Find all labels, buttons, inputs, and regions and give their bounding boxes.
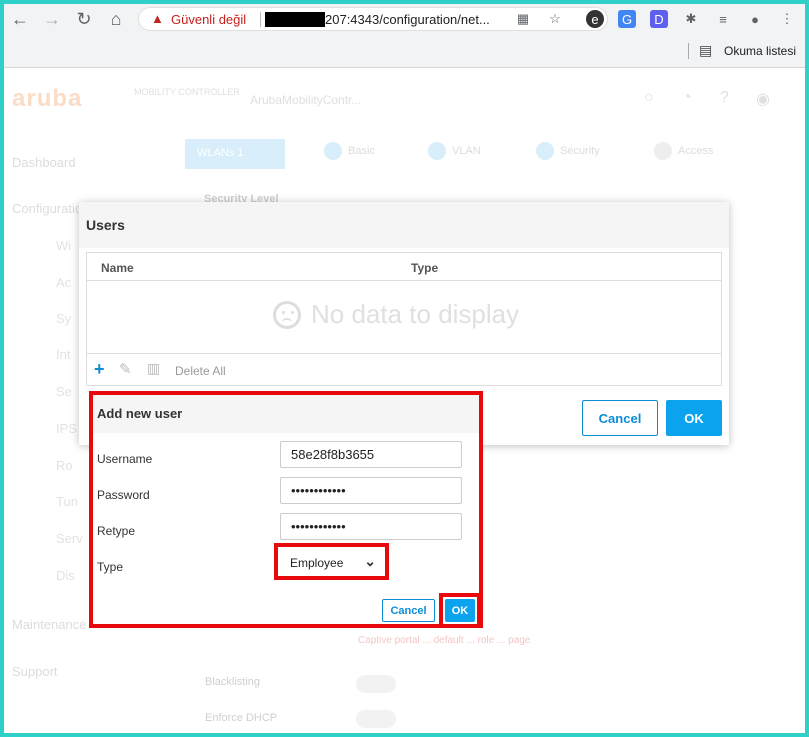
- step-dot-icon: [654, 142, 672, 160]
- sidebar-item-configuration[interactable]: Configuration: [12, 201, 89, 216]
- blacklisting-label: Blacklisting: [205, 676, 261, 688]
- sidebar-subitem[interactable]: IPS: [56, 421, 77, 436]
- users-dialog-header: Users: [79, 202, 729, 248]
- wizard-step-label: Basic: [348, 145, 375, 157]
- blacklisting-toggle[interactable]: [356, 675, 396, 693]
- wizard-step-label: Security: [560, 145, 600, 157]
- translate-icon[interactable]: ▦: [514, 10, 532, 28]
- step-dot-icon: [428, 142, 446, 160]
- bell-icon[interactable]: ◔: [682, 89, 692, 107]
- home-icon[interactable]: ⌂: [104, 7, 128, 31]
- enforce-dhcp-toggle[interactable]: [356, 710, 396, 728]
- back-icon[interactable]: ←: [8, 7, 32, 31]
- sidebar-item-dashboard[interactable]: Dashboard: [12, 155, 76, 170]
- sidebar-subitem[interactable]: Int: [56, 347, 70, 362]
- retype-password-field[interactable]: [280, 513, 462, 540]
- step-dot-icon: [324, 142, 342, 160]
- step-dot-icon: [536, 142, 554, 160]
- help-icon[interactable]: ?: [720, 89, 729, 107]
- search-icon[interactable]: ○: [644, 89, 654, 107]
- add-icon[interactable]: +: [94, 359, 105, 380]
- aruba-logo: aruba: [12, 85, 83, 112]
- warning-triangle-icon: ▲: [151, 11, 164, 26]
- extension-translate-icon[interactable]: G: [618, 10, 636, 28]
- reading-list-button[interactable]: Okuma listesi: [724, 44, 796, 58]
- sad-face-icon: [273, 300, 301, 329]
- sidebar-subitem[interactable]: Ac: [56, 275, 71, 290]
- url-text[interactable]: 207:4343/configuration/net...: [325, 12, 490, 27]
- redacted-url-part: [265, 12, 325, 27]
- add-user-dialog-header: Add new user: [93, 395, 479, 433]
- type-select[interactable]: Employee ⌄: [282, 551, 382, 574]
- empty-state-text: No data to display: [311, 299, 520, 329]
- type-highlight-box: Employee ⌄: [274, 543, 389, 580]
- extensions-puzzle-icon[interactable]: ✱: [682, 10, 700, 28]
- type-label: Type: [97, 560, 124, 574]
- add-user-cancel-button[interactable]: Cancel: [382, 599, 435, 622]
- add-user-dialog-title: Add new user: [97, 406, 183, 421]
- enforce-dhcp-label: Enforce DHCP: [205, 712, 278, 724]
- sidebar-subitem[interactable]: Wi: [56, 238, 71, 253]
- wizard-step-active[interactable]: WLANs 1: [185, 139, 285, 169]
- users-table: Name Type No data to display + ✎ ▥ Delet…: [86, 252, 722, 386]
- bookmarks-separator: [688, 43, 689, 59]
- empty-state: No data to display: [273, 299, 519, 330]
- reading-list-icon[interactable]: ▤: [699, 42, 712, 59]
- user-menu-icon[interactable]: ◉: [756, 89, 770, 109]
- username-label: Username: [97, 452, 153, 466]
- sidebar-subitem[interactable]: Serv: [56, 531, 83, 546]
- profile-icon[interactable]: ●: [746, 10, 764, 28]
- sidebar-subitem[interactable]: Se: [56, 384, 72, 399]
- username-field[interactable]: [280, 441, 462, 468]
- menu-kebab-icon[interactable]: ⋮: [778, 10, 796, 28]
- wizard-step[interactable]: Security: [536, 142, 600, 160]
- logo-subtitle: MOBILITY CONTROLLER: [134, 87, 240, 97]
- type-select-value: Employee: [290, 555, 344, 570]
- sidebar-subitem[interactable]: Dis: [56, 568, 75, 583]
- url-separator: [260, 12, 261, 27]
- media-control-icon[interactable]: ≡: [714, 10, 732, 28]
- sidebar-item-maintenance[interactable]: Maintenance: [12, 617, 86, 632]
- bookmark-star-icon[interactable]: ☆: [546, 10, 564, 28]
- add-user-ok-button[interactable]: OK: [445, 599, 475, 622]
- delete-all-button[interactable]: Delete All: [175, 364, 226, 378]
- add-user-dialog: Add new user Username Password Retype Ty…: [89, 391, 483, 628]
- retype-label: Retype: [97, 524, 136, 538]
- wizard-step[interactable]: Access: [654, 142, 713, 160]
- sidebar-subitem[interactable]: Tun: [56, 494, 78, 509]
- sidebar-item-support[interactable]: Support: [12, 664, 58, 679]
- sidebar-subitem[interactable]: Sy: [56, 311, 71, 326]
- browser-toolbar: ← → ↻ ⌂ ▲ Güvenli değil 207:4343/configu…: [4, 4, 805, 34]
- column-header-type[interactable]: Type: [411, 261, 438, 275]
- table-actions: + ✎ ▥ Delete All: [87, 353, 721, 385]
- trash-icon[interactable]: ▥: [147, 360, 160, 377]
- reload-icon[interactable]: ↻: [72, 7, 96, 31]
- chevron-down-icon: ⌄: [364, 553, 376, 569]
- extension-d-icon[interactable]: D: [650, 10, 668, 28]
- wizard-step[interactable]: VLAN: [428, 142, 481, 160]
- users-cancel-button[interactable]: Cancel: [582, 400, 658, 436]
- users-ok-button[interactable]: OK: [666, 400, 722, 436]
- password-label: Password: [97, 488, 150, 502]
- wizard-step-label: Access: [678, 145, 714, 157]
- sidebar-subitem[interactable]: Ro: [56, 458, 73, 473]
- ok-highlight-box: OK: [439, 593, 481, 628]
- forward-icon[interactable]: →: [40, 7, 64, 31]
- password-field[interactable]: [280, 477, 462, 504]
- extension-e-icon[interactable]: e: [586, 10, 604, 28]
- edit-pencil-icon[interactable]: ✎: [119, 360, 132, 378]
- users-dialog-title: Users: [86, 217, 125, 233]
- bookmarks-bar: ▤ Okuma listesi: [4, 34, 805, 68]
- security-warning[interactable]: Güvenli değil: [171, 12, 246, 27]
- background-error-text: Captive portal ... default ... role ... …: [358, 635, 531, 646]
- controller-hostname: ArubaMobilityContr...: [250, 93, 362, 107]
- table-header-row: Name Type: [87, 253, 721, 281]
- address-bar[interactable]: ▲ Güvenli değil 207:4343/configuration/n…: [138, 7, 608, 31]
- wizard-step-label: VLAN: [452, 145, 481, 157]
- browser-window: ← → ↻ ⌂ ▲ Güvenli değil 207:4343/configu…: [4, 4, 805, 733]
- column-header-name[interactable]: Name: [101, 261, 134, 275]
- wizard-step[interactable]: Basic: [324, 142, 375, 160]
